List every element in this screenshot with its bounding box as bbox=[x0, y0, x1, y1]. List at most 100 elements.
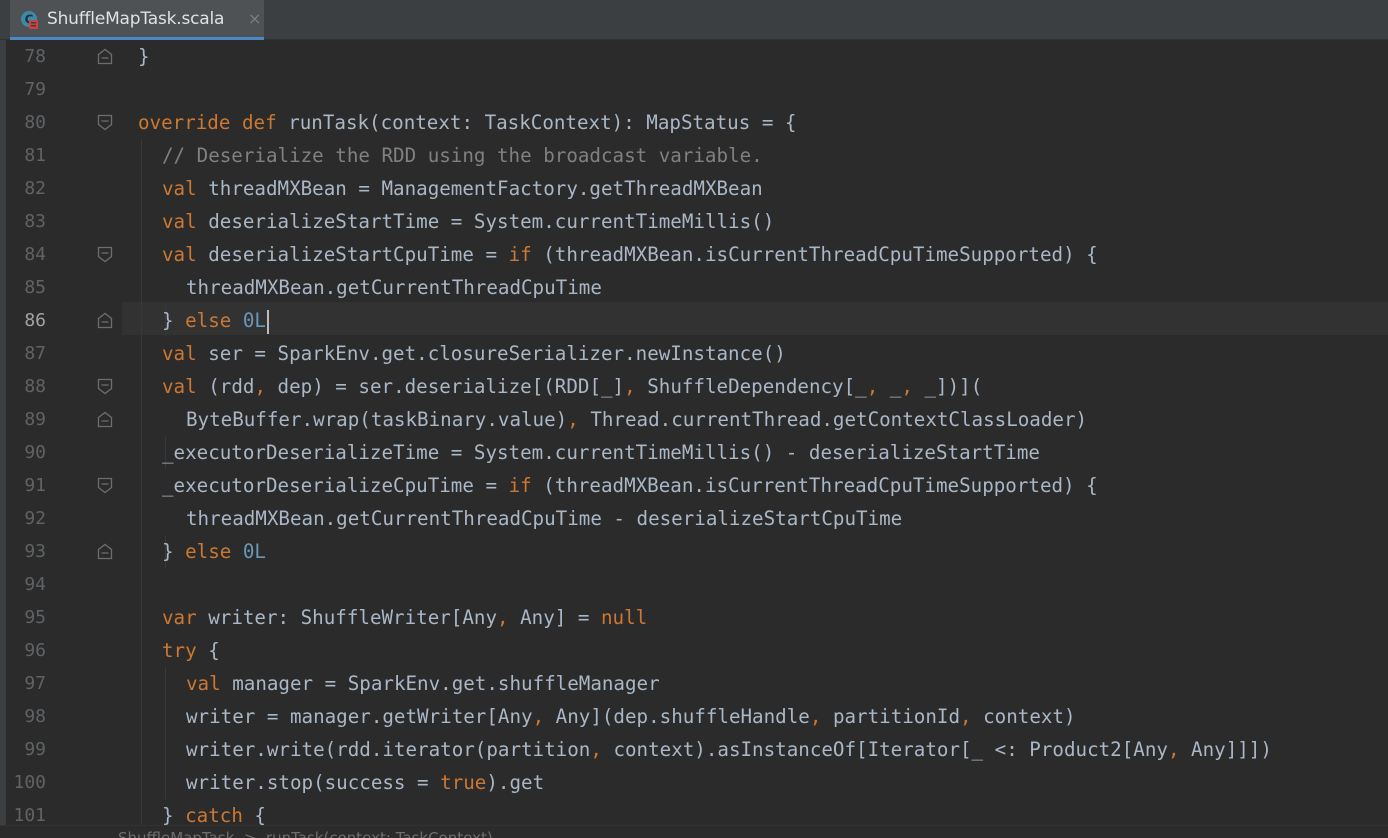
breadcrumb-text: ShuffleMapTask > runTask(context: TaskCo… bbox=[118, 829, 493, 838]
code-token: ByteBuffer.wrap(taskBinary.value) bbox=[186, 408, 568, 431]
fold-end-icon[interactable] bbox=[97, 411, 113, 428]
code-line[interactable]: 89 ByteBuffer.wrap(taskBinary.value), Thr… bbox=[0, 403, 1388, 436]
code-text: writer.stop(success = true).get bbox=[186, 766, 544, 799]
code-line[interactable]: 83 val deserializeStartTime = System.curr… bbox=[0, 205, 1388, 238]
code-line[interactable]: 99 writer.write(rdd.iterator(partition, c… bbox=[0, 733, 1388, 766]
close-icon[interactable]: × bbox=[248, 10, 261, 28]
tab-filename: ShuffleMapTask.scala bbox=[47, 9, 225, 29]
code-text: writer = manager.getWriter[Any, Any](dep… bbox=[186, 700, 1076, 733]
tab-shufflemaptask[interactable]: C ShuffleMapTask.scala × bbox=[10, 0, 264, 40]
code-token: } bbox=[162, 309, 186, 332]
code-line[interactable]: 81 // Deserialize the RDD using the broad… bbox=[0, 139, 1388, 172]
keyword-token: val bbox=[162, 177, 209, 200]
code-token: context) bbox=[983, 705, 1076, 728]
fold-start-icon[interactable] bbox=[97, 114, 113, 131]
keyword-token: true bbox=[440, 771, 487, 794]
code-token: (rdd bbox=[208, 375, 255, 398]
code-token: (threadMXBean.isCurrentThreadCpuTimeSupp… bbox=[543, 474, 1098, 497]
code-token: writer.stop(success = bbox=[186, 771, 441, 794]
code-line[interactable]: 98 writer = manager.getWriter[Any, Any](d… bbox=[0, 700, 1388, 733]
line-number: 88 bbox=[24, 376, 46, 397]
number-token: 0L bbox=[242, 540, 266, 563]
keyword-token: val bbox=[162, 342, 209, 365]
code-text: // Deserialize the RDD using the broadca… bbox=[162, 139, 763, 172]
code-line[interactable]: 90 _executorDeserializeTime = System.curr… bbox=[0, 436, 1388, 469]
fold-end-icon[interactable] bbox=[97, 48, 113, 65]
code-line[interactable]: 93} else 0L bbox=[0, 535, 1388, 568]
fold-start-icon[interactable] bbox=[97, 477, 113, 494]
line-number: 89 bbox=[24, 409, 46, 430]
code-line[interactable]: 95 var writer: ShuffleWriter[Any, Any] = … bbox=[0, 601, 1388, 634]
code-line[interactable]: 86} else 0L bbox=[0, 304, 1388, 337]
keyword-token: if bbox=[508, 474, 544, 497]
code-line[interactable]: 78} bbox=[0, 40, 1388, 73]
code-token: runTask(context: TaskContext): MapStatus… bbox=[288, 111, 797, 134]
number-token: 0L bbox=[242, 309, 266, 332]
code-line[interactable]: 97 val manager = SparkEnv.get.shuffleMana… bbox=[0, 667, 1388, 700]
code-line[interactable]: 100 writer.stop(success = true).get bbox=[0, 766, 1388, 799]
code-line[interactable]: 101} catch { bbox=[0, 799, 1388, 825]
code-token: writer = manager.getWriter[Any bbox=[186, 705, 533, 728]
line-number: 91 bbox=[24, 475, 46, 496]
keyword-token: val bbox=[162, 375, 209, 398]
line-number: 85 bbox=[24, 277, 46, 298]
code-text: val deserializeStartCpuTime = if (thread… bbox=[162, 238, 1098, 271]
code-line[interactable]: 85 threadMXBean.getCurrentThreadCpuTime bbox=[0, 271, 1388, 304]
code-token: { bbox=[208, 639, 220, 662]
line-number: 92 bbox=[24, 508, 46, 529]
code-line[interactable]: 80 override def runTask(context: TaskCont… bbox=[0, 106, 1388, 139]
code-token: manager = SparkEnv.get.shuffleManager bbox=[232, 672, 660, 695]
line-number: 90 bbox=[24, 442, 46, 463]
code-line[interactable]: 91 _executorDeserializeCpuTime = if (thre… bbox=[0, 469, 1388, 502]
line-number: 87 bbox=[24, 343, 46, 364]
code-text: threadMXBean.getCurrentThreadCpuTime bbox=[186, 271, 602, 304]
line-number: 98 bbox=[24, 706, 46, 727]
fold-end-icon[interactable] bbox=[97, 312, 113, 329]
code-token: ShuffleDependency[_ bbox=[647, 375, 867, 398]
keyword-token: , bbox=[1167, 738, 1192, 761]
fold-start-icon[interactable] bbox=[97, 378, 113, 395]
line-number: 81 bbox=[24, 145, 46, 166]
keyword-token: , bbox=[901, 375, 925, 398]
code-token: { bbox=[254, 804, 266, 825]
code-line[interactable]: 92 threadMXBean.getCurrentThreadCpuTime -… bbox=[0, 502, 1388, 535]
line-number: 94 bbox=[24, 574, 46, 595]
code-line[interactable]: 79 bbox=[0, 73, 1388, 106]
code-token: context).asInstanceOf[Iterator[_ <: Prod… bbox=[613, 738, 1168, 761]
code-token: writer: ShuffleWriter[Any bbox=[208, 606, 498, 629]
keyword-token: var bbox=[162, 606, 209, 629]
code-text: } else 0L bbox=[162, 535, 266, 568]
code-token: _])]( bbox=[924, 375, 983, 398]
line-number: 96 bbox=[24, 640, 46, 661]
code-token: threadMXBean.getCurrentThreadCpuTime bbox=[186, 276, 602, 299]
keyword-token: , bbox=[809, 705, 833, 728]
fold-start-icon[interactable] bbox=[97, 246, 113, 263]
code-line[interactable]: 94 bbox=[0, 568, 1388, 601]
code-text: } bbox=[138, 40, 150, 73]
code-line[interactable]: 88 val (rdd, dep) = ser.deserialize[(RDD[… bbox=[0, 370, 1388, 403]
keyword-token: val bbox=[186, 672, 233, 695]
line-number: 80 bbox=[24, 112, 46, 133]
code-line[interactable]: 82 val threadMXBean = ManagementFactory.g… bbox=[0, 172, 1388, 205]
code-text: val manager = SparkEnv.get.shuffleManage… bbox=[186, 667, 660, 700]
keyword-token: , bbox=[590, 738, 614, 761]
code-line[interactable]: 96 try { bbox=[0, 634, 1388, 667]
breadcrumb[interactable]: ShuffleMapTask > runTask(context: TaskCo… bbox=[0, 825, 1388, 838]
scala-class-icon: C bbox=[21, 11, 38, 29]
keyword-token: else bbox=[185, 540, 243, 563]
code-line[interactable]: 84 val deserializeStartCpuTime = if (thre… bbox=[0, 238, 1388, 271]
line-number: 86 bbox=[24, 310, 46, 331]
keyword-token: , bbox=[960, 705, 984, 728]
code-text: try { bbox=[162, 634, 220, 667]
fold-end-icon[interactable] bbox=[97, 543, 113, 560]
code-editor[interactable]: 78} 79 80 override def runTask(context: Tas… bbox=[0, 40, 1388, 825]
code-text: val threadMXBean = ManagementFactory.get… bbox=[162, 172, 763, 205]
line-number: 97 bbox=[24, 673, 46, 694]
code-token: Any]]]) bbox=[1191, 738, 1272, 761]
text-cursor bbox=[266, 309, 269, 334]
code-text: _executorDeserializeCpuTime = if (thread… bbox=[162, 469, 1098, 502]
keyword-token: catch bbox=[185, 804, 255, 825]
code-token: threadMXBean = ManagementFactory.getThre… bbox=[208, 177, 763, 200]
code-line[interactable]: 87 val ser = SparkEnv.get.closureSerializ… bbox=[0, 337, 1388, 370]
code-token: } bbox=[162, 540, 186, 563]
